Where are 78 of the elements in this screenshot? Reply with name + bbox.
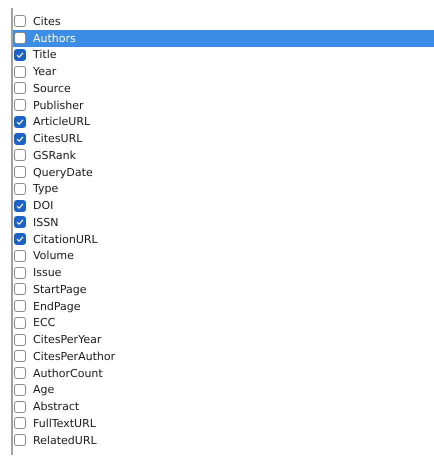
field-label: GSRank [33,150,76,161]
field-list-item[interactable]: CitesPerYear [13,331,434,348]
field-label: Issue [33,267,62,278]
field-list-item[interactable]: Age [13,382,434,398]
checkbox[interactable] [14,300,26,312]
field-label: CitesPerAuthor [33,350,116,362]
field-label: Year [33,66,56,78]
field-label: ECC [33,317,56,328]
field-label: Title [33,49,57,60]
checkbox[interactable] [14,99,26,112]
field-label: Publisher [33,100,84,111]
field-label: Authors [33,32,76,44]
checkbox[interactable] [14,250,26,262]
field-label: ArticleURL [33,116,90,128]
checkbox[interactable] [14,233,26,246]
field-label: DOI [33,200,54,212]
checkbox[interactable] [14,166,26,178]
checkbox[interactable] [14,434,26,446]
checkbox[interactable] [14,32,26,44]
field-list-item[interactable]: QueryDate [13,164,434,180]
field-label: CitationURL [33,234,98,245]
checkbox[interactable] [14,116,26,128]
field-list-item[interactable]: EndPage [13,298,434,314]
checkbox[interactable] [14,48,26,61]
field-list-item[interactable]: ISSN [13,214,434,231]
checkmark-icon [16,50,24,59]
field-list-item[interactable]: ECC [13,314,434,332]
field-label: EndPage [33,300,81,312]
field-label: CitesPerYear [33,334,102,346]
field-label: Age [33,384,54,396]
checkbox[interactable] [14,334,26,346]
field-list-item[interactable]: Title [13,46,434,64]
field-list-item[interactable]: CitationURL [13,230,434,248]
field-label: Type [33,183,58,194]
field-label: Abstract [33,401,80,412]
field-label: RelatedURL [33,434,97,446]
field-label: Source [33,82,71,94]
field-list-item[interactable]: Abstract [13,398,434,415]
field-list-item[interactable]: Source [13,80,434,97]
field-list-item[interactable]: AuthorCount [13,364,434,382]
field-list-item[interactable]: GSRank [13,147,434,164]
field-list-item[interactable]: Volume [13,248,434,264]
field-label: CitesURL [33,133,82,144]
field-label: Cites [33,16,61,27]
checkbox[interactable] [14,316,26,329]
checkbox[interactable] [14,384,26,396]
field-label: FullTextURL [33,418,96,429]
field-label: StartPage [33,284,87,295]
field-list-item[interactable]: Cites [13,13,434,30]
checkbox[interactable] [14,216,26,228]
checkbox[interactable] [14,350,26,362]
field-list-item[interactable]: ArticleURL [13,114,434,130]
checkbox[interactable] [14,66,26,78]
checkbox[interactable] [14,149,26,162]
checkbox[interactable] [14,417,26,430]
checkbox[interactable] [14,200,26,212]
checkbox[interactable] [14,82,26,94]
field-label: Volume [33,250,74,262]
field-label: AuthorCount [33,368,103,379]
field-list-item[interactable]: FullTextURL [13,415,434,432]
checkbox[interactable] [14,132,26,145]
field-list-item[interactable]: Issue [13,264,434,281]
checkbox[interactable] [14,283,26,296]
field-list-item[interactable]: CitesPerAuthor [13,348,434,365]
field-list-item[interactable]: Year [13,63,434,80]
field-list-item[interactable]: Publisher [13,96,434,114]
checkbox[interactable] [14,182,26,195]
checkbox[interactable] [14,400,26,413]
checkbox[interactable] [14,367,26,380]
field-list-item[interactable]: StartPage [13,281,434,298]
field-label: ISSN [33,216,58,228]
field-list-item[interactable]: CitesURL [13,130,434,147]
field-list-item[interactable]: DOI [13,197,434,214]
field-list-item[interactable]: Type [13,180,434,198]
field-label: QueryDate [33,166,93,178]
checkbox[interactable] [14,15,26,28]
checkbox[interactable] [14,266,26,279]
field-list-item[interactable]: RelatedURL [13,432,434,448]
